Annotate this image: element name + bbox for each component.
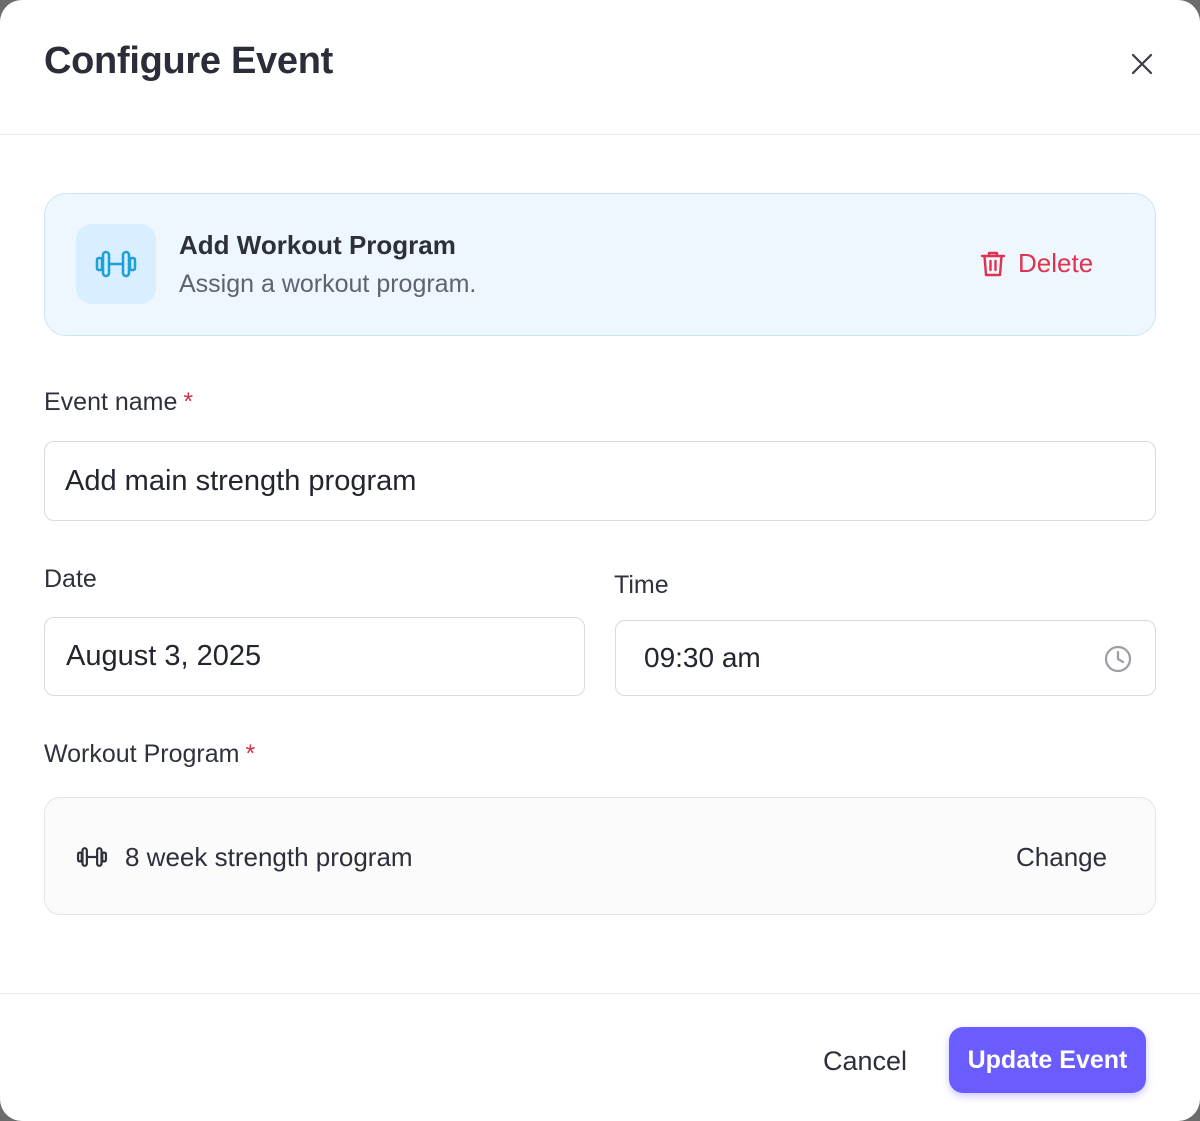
card-title: Add Workout Program [179,230,456,260]
event-name-label-text: Event name [44,388,178,416]
card-icon-container [76,224,156,304]
modal-title: Configure Event [44,40,333,82]
program-icon-container [76,845,110,869]
date-value: August 3, 2025 [66,640,262,672]
trash-icon [980,251,1006,276]
update-event-button[interactable]: Update Event [949,1027,1146,1093]
time-value: 09:30 am [644,642,761,673]
time-input[interactable]: 09:30 am [615,620,1156,696]
event-name-value: Add main strength program [65,464,417,497]
date-input[interactable]: August 3, 2025 [44,617,585,696]
event-name-input[interactable]: Add main strength program [44,441,1156,521]
dumbbell-icon [95,250,137,278]
delete-label: Delete [1018,248,1094,278]
workout-program-select: 8 week strength program Change [44,797,1156,915]
required-mark: * [245,740,256,768]
workout-program-label-text: Workout Program [44,740,240,768]
close-button[interactable] [1124,46,1160,82]
card-subtitle: Assign a workout program. [179,270,477,298]
cancel-button[interactable]: Cancel [823,1046,907,1077]
modal-body: Add Workout Program Assign a workout pro… [0,135,1200,993]
dumbbell-icon [76,847,108,867]
date-label: Date [44,565,97,593]
modal-footer: Cancel Update Event [0,993,1200,1121]
time-label: Time [614,571,669,599]
close-icon [1131,53,1153,75]
selected-program-name: 8 week strength program [125,842,413,872]
configure-event-modal: Configure Event Add Workout Program Assi… [0,0,1200,1121]
workout-program-card: Add Workout Program Assign a workout pro… [44,193,1156,336]
required-mark: * [183,388,194,416]
modal-header: Configure Event [0,0,1200,135]
clock-icon[interactable] [1104,645,1132,673]
event-name-label: Event name * [44,388,193,417]
workout-program-label: Workout Program * [44,740,255,769]
change-program-button[interactable]: Change [1016,842,1107,873]
delete-button[interactable]: Delete [980,248,1093,279]
